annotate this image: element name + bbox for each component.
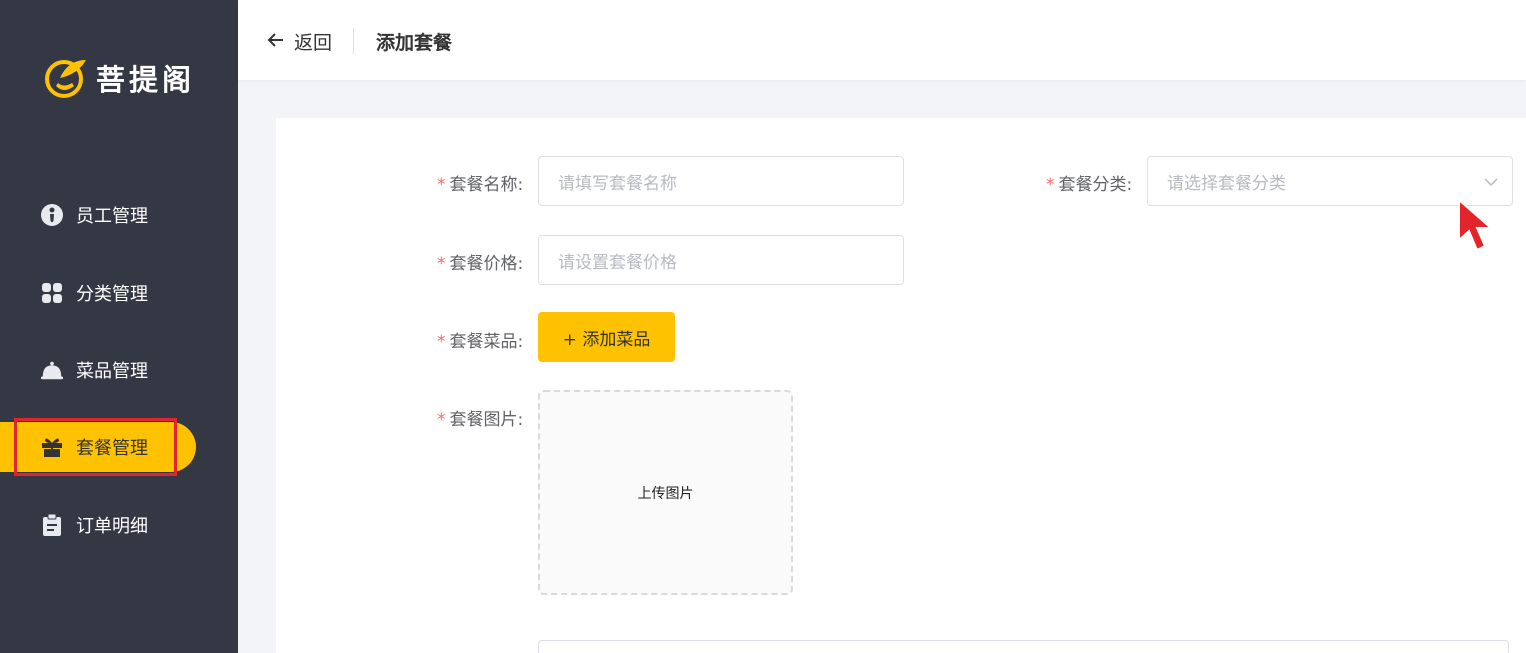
sidebar-item-label: 员工管理 [76, 206, 148, 227]
combo-name-label: * 套餐名称: [437, 175, 524, 195]
combo-category-select[interactable]: 请选择套餐分类 [1147, 156, 1513, 206]
chevron-down-icon [1482, 173, 1500, 191]
page-header: 返回 添加套餐 [238, 0, 1526, 80]
required-star: * [437, 175, 446, 195]
header-divider [353, 28, 354, 54]
sidebar-item-label: 分类管理 [76, 284, 148, 305]
gift-icon [40, 435, 64, 459]
combo-name-input[interactable]: 请填写套餐名称 [538, 156, 904, 206]
combo-price-label: * 套餐价格: [437, 254, 524, 274]
sidebar-item-orders[interactable]: 订单明细 [0, 500, 238, 550]
required-star: * [437, 254, 446, 274]
arrow-left-icon [266, 30, 286, 54]
clipboard-icon [40, 513, 64, 537]
employee-icon [40, 203, 64, 227]
logo-text: 菩提阁 [96, 63, 196, 97]
logo: 菩提阁 [44, 56, 195, 100]
category-icon [40, 281, 64, 305]
required-star: * [1046, 175, 1055, 195]
upload-text: 上传图片 [637, 485, 694, 502]
combo-price-input[interactable]: 请设置套餐价格 [538, 235, 904, 285]
sidebar-item-categories[interactable]: 分类管理 [0, 268, 238, 318]
dish-icon [40, 358, 64, 382]
combo-price-placeholder: 请设置套餐价格 [558, 252, 677, 273]
logo-icon [44, 56, 90, 100]
required-star: * [437, 332, 446, 352]
sidebar-item-label: 菜品管理 [76, 361, 148, 382]
combo-dishes-label: * 套餐菜品: [437, 332, 524, 352]
description-textarea[interactable] [538, 640, 1509, 653]
sidebar-item-employees[interactable]: 员工管理 [0, 190, 238, 240]
back-label: 返回 [294, 32, 333, 54]
combo-image-label: * 套餐图片: [437, 410, 524, 430]
sidebar-item-label: 套餐管理 [76, 438, 148, 459]
sidebar-item-label: 订单明细 [76, 516, 148, 537]
sidebar-item-dishes[interactable]: 菜品管理 [0, 345, 238, 395]
page-title: 添加套餐 [376, 32, 453, 54]
add-dish-button[interactable]: + 添加菜品 [538, 312, 675, 362]
combo-name-placeholder: 请填写套餐名称 [558, 173, 677, 194]
required-star: * [437, 410, 446, 430]
sidebar-item-combos[interactable]: 套餐管理 [0, 422, 196, 472]
combo-category-label: * 套餐分类: [1046, 175, 1133, 195]
combo-category-placeholder: 请选择套餐分类 [1167, 173, 1286, 194]
sidebar: 菩提阁 员工管理 分类管理 菜品管理 套餐管理 订单明细 [0, 0, 238, 653]
image-upload-area[interactable]: 上传图片 [538, 390, 793, 595]
back-button[interactable]: 返回 [266, 28, 332, 55]
